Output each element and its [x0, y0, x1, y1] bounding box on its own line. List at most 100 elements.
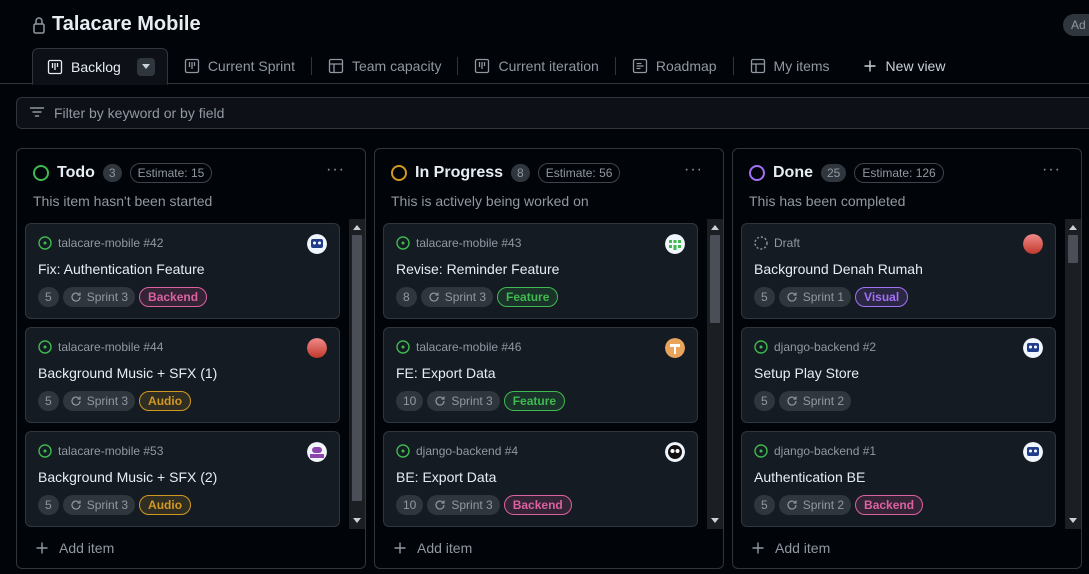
scroll-down-icon[interactable]: [1069, 518, 1077, 523]
add-item-button[interactable]: Add item: [751, 540, 830, 556]
filter-input[interactable]: Filter by keyword or by field: [16, 97, 1089, 129]
scroll-up-icon[interactable]: [711, 225, 719, 230]
sprint-pill: Sprint 3: [62, 391, 136, 411]
tab-label: Backlog: [71, 58, 121, 75]
label-backend[interactable]: Backend: [503, 495, 572, 515]
avatar[interactable]: [665, 338, 685, 358]
issue-open-icon: [396, 236, 410, 250]
column-scrollbar[interactable]: [707, 219, 723, 529]
view-tabs: Backlog Current Sprint Team capacity Cur…: [32, 48, 962, 85]
column-menu-icon[interactable]: ···: [326, 161, 345, 179]
item-count-badge: 8: [511, 164, 530, 182]
scroll-down-icon[interactable]: [711, 518, 719, 523]
tab-backlog[interactable]: Backlog: [32, 48, 168, 85]
label-visual[interactable]: Visual: [855, 287, 909, 307]
card-repo[interactable]: django-backend #1: [774, 444, 876, 458]
label-feature[interactable]: Feature: [497, 287, 559, 307]
sprint-pill: Sprint 2: [778, 391, 852, 411]
tab-label: Roadmap: [655, 58, 717, 74]
sprint-pill: Sprint 3: [420, 287, 494, 307]
card-repo[interactable]: talacare-mobile #43: [416, 236, 521, 250]
avatar[interactable]: [665, 234, 685, 254]
card-list[interactable]: Draft Background Denah Rumah 5 Sprint 1 …: [741, 221, 1073, 529]
card-repo[interactable]: django-backend #2: [774, 340, 876, 354]
item-card[interactable]: talacare-mobile #46 FE: Export Data 10 S…: [383, 327, 698, 423]
avatar[interactable]: [665, 442, 685, 462]
item-card[interactable]: django-backend #1 Authentication BE 5 Sp…: [741, 431, 1056, 527]
scrollbar-thumb[interactable]: [352, 235, 362, 501]
column-description: This has been completed: [749, 193, 906, 209]
label-backend[interactable]: Backend: [855, 495, 924, 515]
scroll-down-icon[interactable]: [353, 518, 361, 523]
project-title: Talacare Mobile: [52, 13, 201, 35]
tab-label: My items: [773, 58, 830, 74]
card-title[interactable]: Fix: Authentication Feature: [38, 261, 205, 277]
label-feature[interactable]: Feature: [503, 391, 566, 411]
card-title[interactable]: FE: Export Data: [396, 365, 496, 381]
card-title[interactable]: Background Music + SFX (1): [38, 365, 217, 381]
iteration-icon: [787, 292, 797, 302]
avatar[interactable]: [1023, 442, 1043, 462]
iteration-icon: [71, 500, 81, 510]
filter-placeholder: Filter by keyword or by field: [54, 105, 225, 121]
card-title[interactable]: Revise: Reminder Feature: [396, 261, 559, 277]
avatar[interactable]: [307, 234, 327, 254]
tab-team-capacity[interactable]: Team capacity: [312, 48, 457, 84]
scrollbar-thumb[interactable]: [1068, 235, 1078, 263]
add-item-button[interactable]: Add item: [393, 540, 472, 556]
card-title[interactable]: Background Music + SFX (2): [38, 469, 217, 485]
column-scrollbar[interactable]: [1065, 219, 1081, 529]
sprint-label: Sprint 1: [802, 290, 845, 304]
card-title[interactable]: Authentication BE: [754, 469, 865, 485]
avatar[interactable]: [307, 442, 327, 462]
new-view-button[interactable]: New view: [846, 48, 962, 84]
label-audio[interactable]: Audio: [139, 391, 192, 411]
scroll-up-icon[interactable]: [353, 225, 361, 230]
status-todo-icon: [33, 165, 49, 181]
card-repo[interactable]: talacare-mobile #46: [416, 340, 521, 354]
card-title[interactable]: BE: Export Data: [396, 469, 496, 485]
item-card[interactable]: talacare-mobile #53 Background Music + S…: [25, 431, 340, 527]
lock-icon: [32, 16, 46, 34]
avatar[interactable]: [307, 338, 327, 358]
item-card[interactable]: Draft Background Denah Rumah 5 Sprint 1 …: [741, 223, 1056, 319]
label-audio[interactable]: Audio: [139, 495, 192, 515]
tab-roadmap[interactable]: Roadmap: [616, 48, 733, 84]
issue-open-icon: [38, 236, 52, 250]
iteration-icon: [787, 396, 797, 406]
column-menu-icon[interactable]: ···: [684, 161, 703, 179]
card-repo[interactable]: talacare-mobile #53: [58, 444, 163, 458]
card-repo[interactable]: talacare-mobile #44: [58, 340, 163, 354]
item-card[interactable]: talacare-mobile #42 Fix: Authentication …: [25, 223, 340, 319]
tab-dropdown-button[interactable]: [136, 57, 155, 76]
card-list[interactable]: talacare-mobile #43 Revise: Reminder Fea…: [383, 221, 715, 529]
item-card[interactable]: talacare-mobile #43 Revise: Reminder Fea…: [383, 223, 698, 319]
item-card[interactable]: django-backend #2 Setup Play Store 5 Spr…: [741, 327, 1056, 423]
avatar[interactable]: [1023, 338, 1043, 358]
scroll-up-icon[interactable]: [1069, 225, 1077, 230]
scrollbar-thumb[interactable]: [710, 235, 720, 323]
column-title: Done: [773, 164, 813, 181]
draft-icon: [754, 236, 768, 250]
card-title[interactable]: Setup Play Store: [754, 365, 859, 381]
column-scrollbar[interactable]: [349, 219, 365, 529]
card-title[interactable]: Background Denah Rumah: [754, 261, 923, 277]
card-repo[interactable]: django-backend #4: [416, 444, 518, 458]
tab-current-sprint[interactable]: Current Sprint: [168, 48, 311, 84]
issue-open-icon: [754, 340, 768, 354]
label-backend[interactable]: Backend: [139, 287, 208, 307]
sprint-label: Sprint 3: [86, 290, 129, 304]
card-repo[interactable]: talacare-mobile #42: [58, 236, 163, 250]
column-menu-icon[interactable]: ···: [1042, 161, 1061, 179]
tab-current-iteration[interactable]: Current iteration: [458, 48, 614, 84]
tab-my-items[interactable]: My items: [734, 48, 846, 84]
header-action-button[interactable]: Ad: [1063, 14, 1089, 36]
card-meta: django-backend #1: [754, 444, 876, 458]
card-meta: talacare-mobile #42: [38, 236, 163, 250]
add-item-button[interactable]: Add item: [35, 540, 114, 556]
column-header: Todo 3 Estimate: 15: [33, 163, 213, 183]
card-list[interactable]: talacare-mobile #42 Fix: Authentication …: [25, 221, 357, 529]
item-card[interactable]: django-backend #4 BE: Export Data 10 Spr…: [383, 431, 698, 527]
item-card[interactable]: talacare-mobile #44 Background Music + S…: [25, 327, 340, 423]
avatar[interactable]: [1023, 234, 1043, 254]
